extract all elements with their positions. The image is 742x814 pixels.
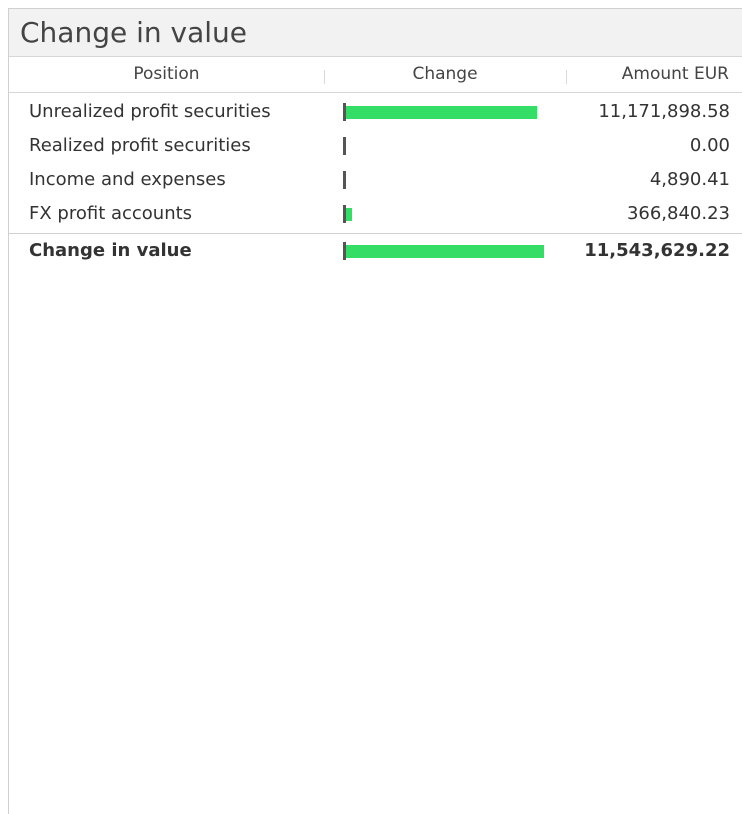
change-bar-fill bbox=[346, 106, 537, 119]
table-row[interactable]: Unrealized profit securities 11,171,898.… bbox=[9, 95, 742, 129]
panel-title: Change in value bbox=[9, 9, 742, 57]
total-amount: 11,543,629.22 bbox=[584, 240, 730, 261]
change-bar-fill bbox=[346, 208, 352, 221]
row-position-label: Income and expenses bbox=[29, 169, 226, 190]
row-amount: 11,171,898.58 bbox=[598, 101, 730, 122]
total-row[interactable]: Change in value 11,543,629.22 bbox=[9, 233, 742, 268]
column-header-position[interactable]: Position bbox=[9, 57, 324, 92]
bar-axis bbox=[343, 137, 346, 155]
change-bar bbox=[343, 242, 553, 260]
row-amount: 366,840.23 bbox=[626, 203, 730, 224]
change-bar bbox=[343, 137, 553, 155]
table-body: Unrealized profit securities 11,171,898.… bbox=[9, 93, 742, 268]
row-amount: 0.00 bbox=[689, 135, 730, 156]
total-label: Change in value bbox=[29, 240, 192, 261]
table-header: Position Change Amount EUR bbox=[9, 57, 742, 93]
row-amount: 4,890.41 bbox=[649, 169, 730, 190]
row-position-label: Unrealized profit securities bbox=[29, 101, 271, 122]
change-bar bbox=[343, 103, 553, 121]
change-bar bbox=[343, 171, 553, 189]
row-position-label: FX profit accounts bbox=[29, 203, 193, 224]
table-row[interactable]: Realized profit securities 0.00 bbox=[9, 129, 742, 163]
table-row[interactable]: Income and expenses 4,890.41 bbox=[9, 163, 742, 197]
change-bar-fill bbox=[346, 245, 544, 258]
change-bar bbox=[343, 205, 553, 223]
change-in-value-table: Position Change Amount EUR Unrealized pr… bbox=[9, 57, 742, 268]
change-in-value-panel: Change in value Position Change Amount E… bbox=[8, 8, 742, 814]
column-header-amount[interactable]: Amount EUR bbox=[566, 57, 729, 92]
row-position-label: Realized profit securities bbox=[29, 135, 251, 156]
table-row[interactable]: FX profit accounts 366,840.23 bbox=[9, 197, 742, 231]
bar-axis bbox=[343, 171, 346, 189]
column-header-change[interactable]: Change bbox=[324, 57, 566, 92]
